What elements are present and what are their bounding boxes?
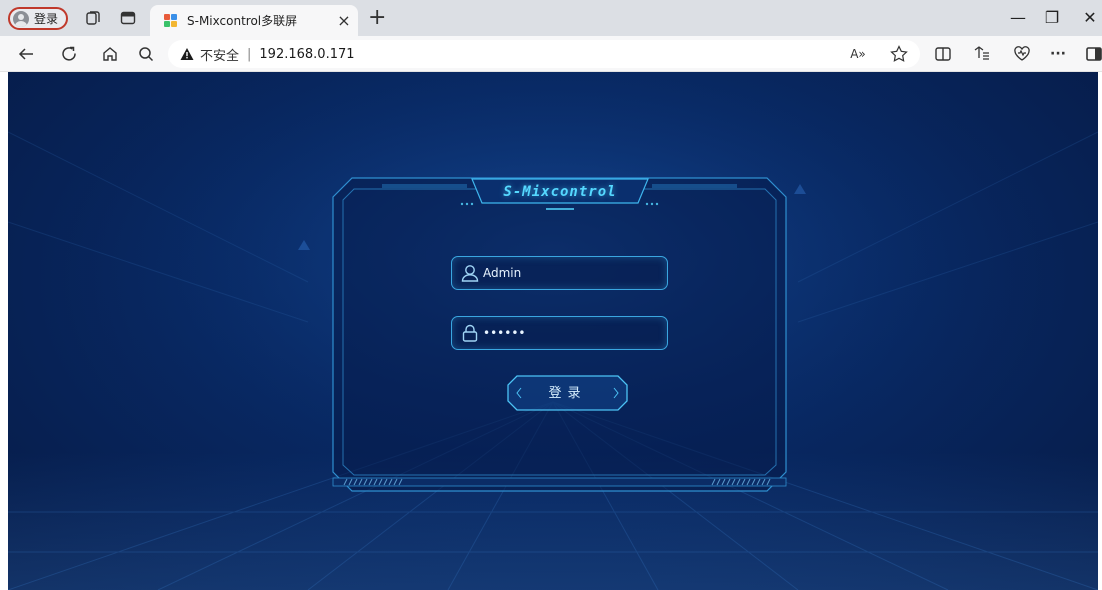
tab-close-button[interactable]: ×	[330, 11, 358, 30]
restore-button[interactable]: ❐	[1040, 6, 1064, 30]
more-icon[interactable]: ···	[1048, 44, 1068, 64]
collections-icon[interactable]	[972, 44, 992, 64]
app-title: S-Mixcontrol	[503, 184, 617, 200]
login-button-label: 登录	[548, 385, 587, 400]
address-bar[interactable]: 不安全 | 192.168.0.171	[168, 40, 920, 68]
tab-title: S-Mixcontrol多联屏	[187, 14, 298, 28]
home-icon[interactable]	[101, 45, 119, 63]
username-field[interactable]	[451, 256, 668, 290]
back-arrow-icon[interactable]	[17, 45, 35, 63]
browser-tab-strip: 登录 S-Mixcontrol多联屏 × + — ❐ ✕	[0, 0, 1102, 36]
new-tab-button[interactable]: +	[368, 6, 386, 30]
minimize-button[interactable]: —	[1006, 6, 1030, 30]
username-input[interactable]	[483, 266, 663, 280]
tab-actions-icon[interactable]	[120, 10, 136, 26]
lock-icon	[462, 324, 478, 342]
refresh-icon[interactable]	[60, 45, 78, 63]
profile-button[interactable]: 登录	[8, 7, 68, 30]
address-separator: |	[247, 46, 252, 62]
sidebar-icon[interactable]	[1084, 44, 1102, 64]
split-screen-icon[interactable]	[933, 44, 953, 64]
read-aloud-icon[interactable]: A»	[848, 44, 868, 64]
site-favicon-icon	[164, 13, 178, 28]
browser-essentials-icon[interactable]	[1012, 44, 1032, 64]
avatar-icon	[13, 10, 29, 27]
login-page: S-Mixcontrol 登录	[8, 72, 1098, 590]
password-field[interactable]	[451, 316, 668, 350]
browser-toolbar: 不安全 | 192.168.0.171 A» ···	[0, 36, 1102, 72]
user-icon	[461, 265, 479, 282]
profile-label: 登录	[34, 12, 59, 26]
workspaces-icon[interactable]	[85, 10, 101, 26]
url-text[interactable]: 192.168.0.171	[259, 47, 354, 62]
login-button[interactable]: 登录	[507, 375, 628, 411]
security-status-label[interactable]: 不安全	[200, 45, 239, 64]
login-panel: S-Mixcontrol 登录	[332, 177, 787, 492]
close-window-button[interactable]: ✕	[1078, 6, 1102, 30]
warning-icon[interactable]	[180, 47, 194, 61]
password-input[interactable]	[483, 326, 663, 340]
favorites-star-icon[interactable]	[889, 44, 909, 64]
active-tab[interactable]: S-Mixcontrol多联屏 ×	[150, 5, 358, 36]
search-icon[interactable]	[137, 45, 155, 63]
